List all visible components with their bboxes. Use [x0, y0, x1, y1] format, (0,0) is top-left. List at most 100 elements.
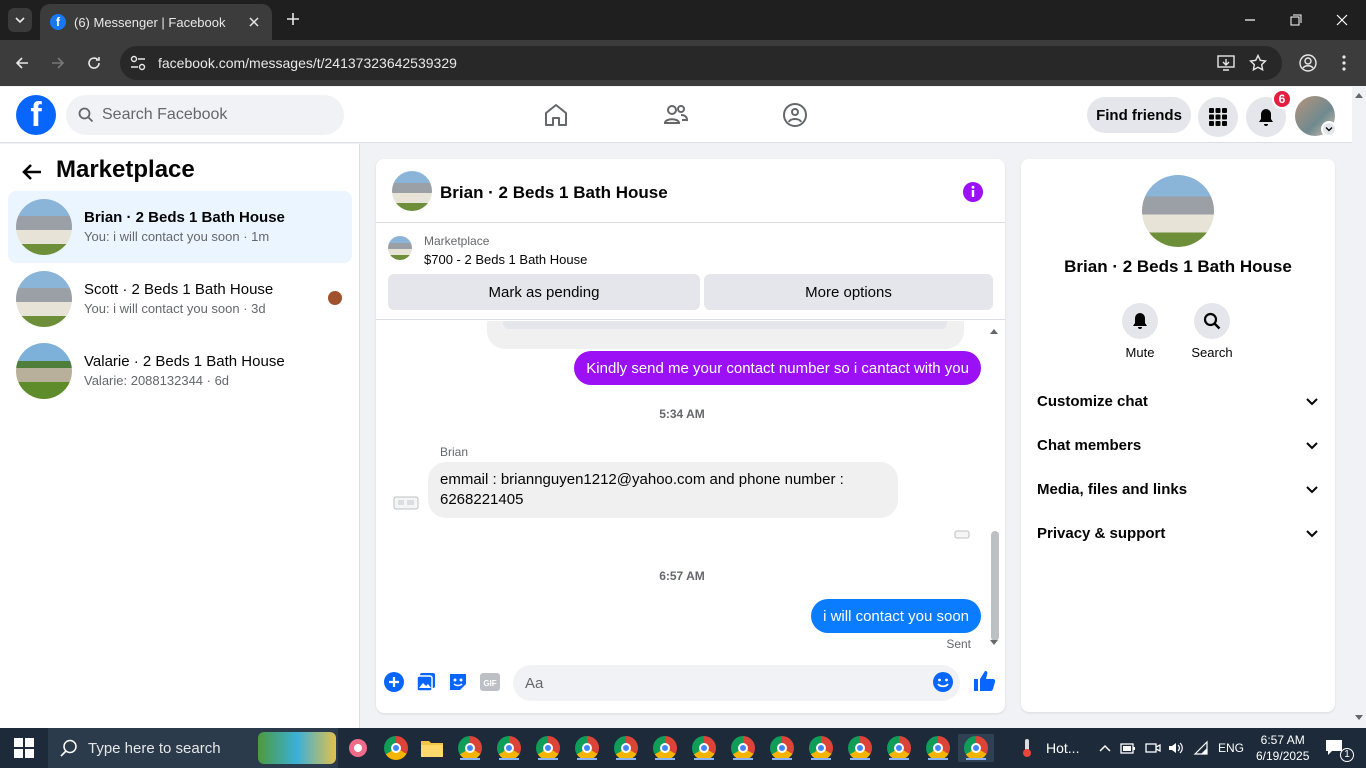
new-tab-icon[interactable] [284, 10, 302, 28]
mute-label: Mute [1125, 345, 1155, 360]
media-files-links-section[interactable]: Media, files and links [1029, 467, 1327, 511]
listing-thumbnail[interactable] [388, 236, 412, 260]
mark-as-pending-button[interactable]: Mark as pending [388, 274, 700, 310]
chevron-up-icon[interactable] [1097, 740, 1113, 756]
language-indicator[interactable]: ENG [1218, 741, 1244, 755]
message-list[interactable]: Kindly send me your contact number so i … [376, 321, 1005, 653]
chrome-profile-icon[interactable] [495, 734, 523, 762]
search-icon [78, 107, 94, 123]
reload-icon[interactable] [84, 53, 104, 73]
emoji-icon[interactable] [932, 671, 954, 693]
conversation-name: Brian · 2 Beds 1 Bath House [84, 209, 285, 226]
menu-button[interactable] [1198, 97, 1238, 137]
info-icon[interactable] [962, 181, 984, 203]
snipping-tool-icon[interactable] [344, 734, 372, 762]
conversation-item[interactable]: Brian · 2 Beds 1 Bath House You: i will … [8, 191, 352, 263]
chrome-profile-icon[interactable] [651, 734, 679, 762]
sender-avatar-icon[interactable] [392, 489, 420, 517]
find-friends-button[interactable]: Find friends [1087, 97, 1191, 133]
minimize-icon[interactable] [1240, 10, 1260, 30]
chat-avatar[interactable] [392, 171, 432, 211]
back-arrow-icon[interactable] [12, 53, 32, 73]
chrome-profile-icon[interactable] [729, 734, 757, 762]
windows-taskbar: Hot... ENG 6:57 AM 6/19/2025 1 [0, 728, 1366, 768]
search-conversation-button[interactable]: Search [1182, 303, 1242, 360]
chrome-profile-icon[interactable] [612, 734, 640, 762]
chrome-profile-icon[interactable] [690, 734, 718, 762]
customize-chat-section[interactable]: Customize chat [1029, 379, 1327, 423]
conversation-item[interactable]: Scott · 2 Beds 1 Bath House You: i will … [8, 263, 352, 335]
chat-members-section[interactable]: Chat members [1029, 423, 1327, 467]
sticker-icon[interactable] [447, 671, 469, 693]
listing-title[interactable]: $700 - 2 Beds 1 Bath House [424, 252, 587, 267]
chrome-icon[interactable] [382, 734, 410, 762]
file-explorer-icon[interactable] [418, 734, 446, 762]
privacy-support-section[interactable]: Privacy & support [1029, 511, 1327, 555]
chrome-profile-icon[interactable] [456, 734, 484, 762]
thermometer-icon[interactable] [1020, 738, 1034, 758]
battery-icon[interactable] [1120, 740, 1136, 756]
conversation-name: Scott · 2 Beds 1 Bath House [84, 281, 274, 298]
chrome-profile-icon[interactable] [846, 734, 874, 762]
browser-tab-messenger[interactable]: f (6) Messenger | Facebook [40, 4, 272, 40]
chat-scrollbar[interactable] [989, 327, 999, 647]
thumbs-up-icon[interactable] [972, 669, 996, 693]
camera-icon[interactable] [1145, 740, 1161, 756]
search-icon [1203, 312, 1221, 330]
friends-icon[interactable] [662, 101, 690, 129]
tab-search-button[interactable] [8, 8, 32, 32]
bookmark-star-icon[interactable] [1248, 53, 1268, 73]
speaker-icon[interactable] [1168, 740, 1184, 756]
conversation-preview: Valarie: 2088132344 · 6d [84, 373, 230, 388]
mute-button[interactable]: Mute [1110, 303, 1170, 360]
plus-circle-icon[interactable] [383, 671, 405, 693]
chrome-profile-icon[interactable] [924, 734, 952, 762]
chrome-profile-icon[interactable] [534, 734, 562, 762]
chrome-profile-icon[interactable] [768, 734, 796, 762]
outgoing-message[interactable]: i will contact you soon [811, 599, 981, 633]
tab-title: (6) Messenger | Facebook [74, 14, 226, 30]
taskbar-search-input[interactable] [88, 739, 248, 757]
close-tab-icon[interactable] [246, 14, 262, 30]
chrome-profile-icon-active[interactable] [958, 734, 994, 762]
back-arrow-icon[interactable] [20, 160, 44, 184]
site-settings-icon[interactable] [128, 53, 148, 73]
maximize-icon[interactable] [1286, 10, 1306, 30]
chevron-down-icon[interactable] [1321, 121, 1337, 137]
conversation-item[interactable]: Valarie · 2 Beds 1 Bath House Valarie: 2… [8, 335, 352, 407]
profile-picture[interactable] [1142, 175, 1214, 247]
chrome-profile-icon[interactable] [885, 734, 913, 762]
house-thumbnail [16, 199, 72, 255]
outgoing-message[interactable]: Kindly send me your contact number so i … [574, 351, 981, 385]
message-input[interactable] [513, 665, 960, 701]
close-window-icon[interactable] [1332, 10, 1352, 30]
cutoff-card-button[interactable] [503, 321, 947, 329]
more-options-button[interactable]: More options [704, 274, 993, 310]
facebook-logo-icon[interactable]: f [16, 95, 56, 135]
cutoff-message-card [487, 321, 964, 349]
message-timestamp: 6:57 AM [659, 569, 705, 583]
chat-title[interactable]: Brian · 2 Beds 1 Bath House [440, 183, 668, 203]
weather-text[interactable]: Hot... [1046, 740, 1079, 756]
facebook-search-input[interactable] [102, 106, 322, 124]
page-scrollbar[interactable] [1352, 87, 1366, 728]
install-app-icon[interactable] [1216, 53, 1236, 73]
taskbar-clock[interactable]: 6:57 AM 6/19/2025 [1256, 732, 1309, 764]
forward-arrow-icon[interactable] [48, 53, 68, 73]
scrollbar-thumb[interactable] [991, 531, 999, 641]
search-highlight-illustration [258, 732, 336, 764]
chrome-profile-icon[interactable] [573, 734, 601, 762]
profile-icon[interactable] [1298, 53, 1318, 73]
gif-icon[interactable]: GIF [479, 671, 501, 693]
address-bar[interactable]: facebook.com/messages/t/2413732364253932… [120, 46, 1282, 80]
home-icon[interactable] [542, 101, 570, 129]
incoming-message[interactable]: emmail : briannguyen1212@yahoo.com and p… [428, 462, 898, 518]
message-timestamp: 5:34 AM [659, 407, 705, 421]
windows-start-icon[interactable] [14, 738, 34, 758]
facebook-search-box[interactable] [66, 95, 344, 135]
groups-icon[interactable] [781, 101, 809, 129]
wifi-icon[interactable] [1193, 740, 1209, 756]
photo-icon[interactable] [415, 671, 437, 693]
menu-dots-icon[interactable] [1334, 53, 1354, 73]
chrome-profile-icon[interactable] [807, 734, 835, 762]
